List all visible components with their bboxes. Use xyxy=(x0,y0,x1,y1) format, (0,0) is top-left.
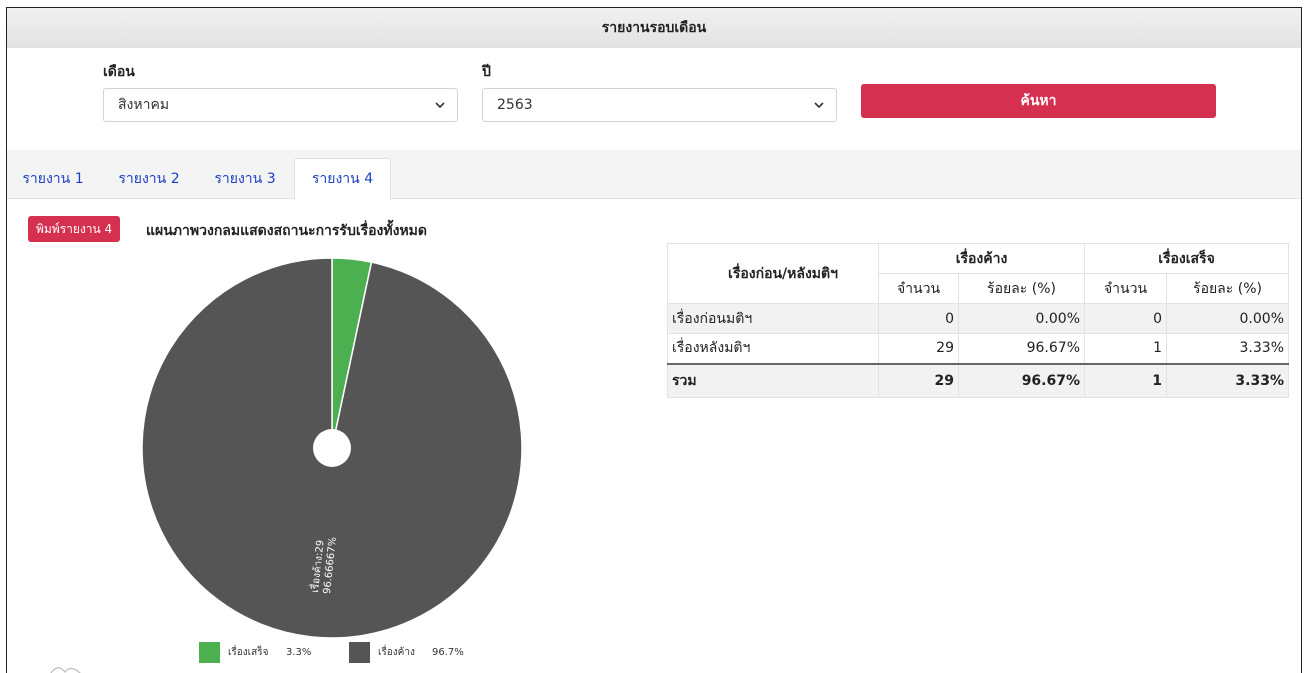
pending-count: 29 xyxy=(878,333,959,364)
year-select[interactable]: 2563 xyxy=(482,88,837,122)
summary-table: เรื่องก่อน/หลังมติฯ เรื่องค้าง เรื่องเสร… xyxy=(667,243,1289,398)
sub-header-count: จำนวน xyxy=(1084,273,1167,304)
tab-report-3[interactable]: รายงาน 3 xyxy=(205,158,285,200)
pending-percent: 96.67% xyxy=(958,333,1085,364)
legend-percent-pending: 96.7% xyxy=(432,646,464,658)
legend-percent-done: 3.3% xyxy=(286,646,312,658)
report-window: รายงานรอบเดือน เดือน สิงหาคม ปี 2563 ค้น… xyxy=(6,7,1302,673)
group-header-pending: เรื่องค้าง xyxy=(878,243,1085,274)
legend-item-done: เรื่องเสร็จ 3.3% xyxy=(199,641,311,663)
page-header: รายงานรอบเดือน xyxy=(7,8,1301,48)
row-header: เรื่องก่อน/หลังมติฯ xyxy=(667,243,879,304)
month-select[interactable]: สิงหาคม xyxy=(103,88,458,122)
logo-icon xyxy=(50,667,81,673)
status-pie-chart: เรื่องค้าง:29 96.66667% xyxy=(141,257,523,639)
sub-header-percent: ร้อยละ (%) xyxy=(1166,273,1289,304)
pending-count: 0 xyxy=(878,303,959,334)
legend-swatch-pending xyxy=(349,641,370,663)
sub-header-count: จำนวน xyxy=(878,273,959,304)
total-name: รวม xyxy=(667,362,879,398)
chevron-down-icon xyxy=(435,102,445,109)
tab-report-4[interactable]: รายงาน 4 xyxy=(294,158,391,200)
tab-report-2[interactable]: รายงาน 2 xyxy=(109,158,189,200)
filter-panel: เดือน สิงหาคม ปี 2563 ค้นหา xyxy=(7,48,1301,150)
total-done-count: 1 xyxy=(1084,362,1167,398)
search-button[interactable]: ค้นหา xyxy=(861,84,1216,118)
legend-label-done: เรื่องเสร็จ xyxy=(228,646,269,658)
done-count: 0 xyxy=(1084,303,1167,334)
pending-percent: 0.00% xyxy=(958,303,1085,334)
legend-item-pending: เรื่องค้าง 96.7% xyxy=(349,641,464,663)
legend-label-pending: เรื่องค้าง xyxy=(378,646,415,658)
done-count: 1 xyxy=(1084,333,1167,364)
tab-report-1[interactable]: รายงาน 1 xyxy=(13,158,93,200)
done-percent: 0.00% xyxy=(1166,303,1289,334)
total-pending-percent: 96.67% xyxy=(958,362,1085,398)
row-name: เรื่องก่อนมติฯ xyxy=(667,303,879,334)
month-label: เดือน xyxy=(103,64,135,80)
row-name: เรื่องหลังมติฯ xyxy=(667,333,879,364)
sub-header-percent: ร้อยละ (%) xyxy=(958,273,1085,304)
chart-title: แผนภาพวงกลมแสดงสถานะการรับเรื่องทั้งหมด xyxy=(146,223,427,239)
year-label: ปี xyxy=(482,64,491,80)
table-row: เรื่องก่อนมติฯ 0 0.00% 0 0.00% xyxy=(667,303,1289,334)
year-select-value: 2563 xyxy=(497,97,533,113)
group-header-done: เรื่องเสร็จ xyxy=(1084,243,1289,274)
total-pending-count: 29 xyxy=(878,362,959,398)
month-select-value: สิงหาคม xyxy=(118,97,170,113)
table-row: เรื่องหลังมติฯ 29 96.67% 1 3.33% xyxy=(667,333,1289,364)
total-row: รวม 29 96.67% 1 3.33% xyxy=(667,362,1289,398)
print-report-button[interactable]: พิมพ์รายงาน 4 xyxy=(28,216,121,242)
done-percent: 3.33% xyxy=(1166,333,1289,364)
pie-center-hole xyxy=(313,429,351,467)
total-done-percent: 3.33% xyxy=(1166,362,1289,398)
page-title: รายงานรอบเดือน xyxy=(601,20,707,36)
chevron-down-icon xyxy=(814,102,824,109)
report-tabs: รายงาน 1 รายงาน 2 รายงาน 3 รายงาน 4 xyxy=(7,150,1301,200)
legend-swatch-done xyxy=(199,641,220,663)
